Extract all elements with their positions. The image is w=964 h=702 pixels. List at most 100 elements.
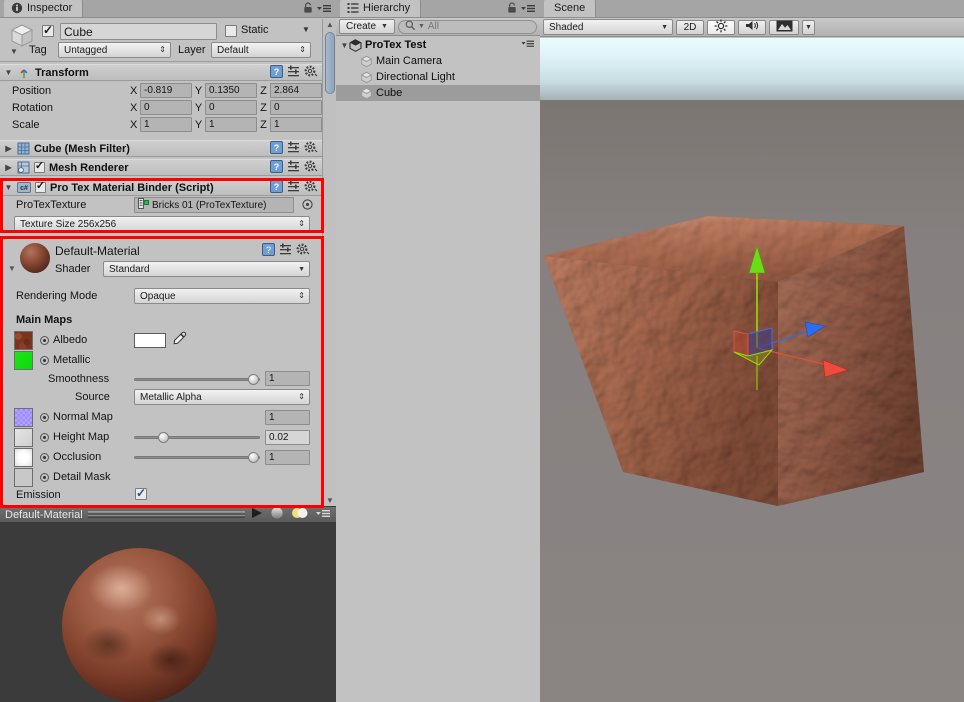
hierarchy-scene-root[interactable]: ▼ ProTex Test: [336, 37, 540, 53]
tab-inspector[interactable]: Inspector: [4, 0, 84, 17]
material-foldout-arrow[interactable]: ▼: [8, 264, 16, 273]
hierarchy-item-directional-light[interactable]: Directional Light: [336, 69, 540, 85]
slider-knob[interactable]: [158, 431, 169, 443]
draw-mode-dropdown[interactable]: Shaded ▼: [543, 19, 673, 35]
preview-lighting-icon[interactable]: [290, 506, 310, 523]
prefab-foldout-arrow[interactable]: ▼: [10, 47, 18, 56]
foldout-arrow-protex[interactable]: ▼: [4, 183, 13, 192]
occlusion-value-input[interactable]: 1: [265, 449, 310, 465]
scroll-up-arrow-icon[interactable]: ▲: [325, 20, 335, 29]
component-header-mesh-renderer[interactable]: ▶ ✓ Mesh Renderer ?: [0, 159, 322, 176]
preview-resize-grip[interactable]: [87, 511, 245, 518]
mesh-renderer-enabled-checkbox[interactable]: ✓: [34, 161, 45, 173]
albedo-toggle-radio[interactable]: [40, 335, 49, 345]
help-icon[interactable]: ?: [270, 159, 283, 176]
position-z-input[interactable]: 2.864: [270, 83, 322, 98]
smoothness-slider[interactable]: [134, 372, 260, 386]
foldout-arrow-mesh-filter[interactable]: ▶: [4, 144, 13, 153]
foldout-arrow-mesh-renderer[interactable]: ▶: [4, 163, 13, 172]
rotation-z-input[interactable]: 0: [270, 100, 322, 115]
tab-scene[interactable]: Scene: [544, 0, 597, 17]
emission-checkbox[interactable]: ✓: [135, 487, 147, 500]
preset-icon[interactable]: [279, 243, 292, 259]
slider-knob[interactable]: [248, 373, 259, 385]
height-map-toggle-radio[interactable]: [40, 432, 49, 442]
static-checkbox[interactable]: [225, 25, 237, 37]
source-dropdown[interactable]: Metallic Alpha ⇕: [134, 389, 310, 405]
component-header-transform[interactable]: ▼ Transform ?: [0, 64, 322, 81]
albedo-texture-swatch[interactable]: [14, 330, 33, 350]
scene-cube-object[interactable]: [540, 38, 964, 702]
layer-dropdown[interactable]: Default ⇕: [211, 42, 311, 58]
normal-map-texture-swatch[interactable]: [14, 407, 33, 427]
gear-icon[interactable]: [304, 160, 318, 176]
slider-knob[interactable]: [248, 451, 259, 463]
foldout-arrow-scene[interactable]: ▼: [340, 41, 349, 50]
preview-sphere-icon[interactable]: [269, 506, 285, 523]
normal-map-toggle-radio[interactable]: [40, 412, 49, 422]
tab-hierarchy[interactable]: Hierarchy: [340, 0, 422, 17]
image-effects-dropdown-button[interactable]: ▼: [802, 19, 815, 35]
help-icon[interactable]: ?: [270, 140, 283, 157]
preview-menu-icon[interactable]: [315, 508, 331, 522]
hierarchy-menu-icon[interactable]: [520, 3, 536, 17]
rotation-y-input[interactable]: 0: [205, 100, 257, 115]
toggle-image-effects-button[interactable]: [769, 19, 799, 35]
height-map-texture-swatch[interactable]: [14, 427, 33, 447]
inspector-menu-icon[interactable]: [316, 3, 332, 17]
material-preview-viewport[interactable]: [0, 523, 336, 702]
toggle-lighting-button[interactable]: [707, 19, 735, 35]
hierarchy-item-cube[interactable]: Cube: [336, 85, 540, 101]
preset-icon[interactable]: [287, 141, 300, 157]
scale-z-input[interactable]: 1: [270, 117, 322, 132]
preset-icon[interactable]: [287, 180, 300, 196]
rotation-x-input[interactable]: 0: [140, 100, 192, 115]
gear-icon[interactable]: [296, 243, 310, 259]
gameobject-name-input[interactable]: Cube: [60, 23, 217, 40]
help-icon[interactable]: ?: [262, 243, 275, 259]
static-dropdown-arrow[interactable]: ▼: [302, 25, 310, 34]
search-filter-chevron-icon[interactable]: ▼: [418, 23, 425, 30]
component-header-protex-material-binder[interactable]: ▼ c# ✓ Pro Tex Material Binder (Script) …: [0, 179, 322, 196]
scene-viewport[interactable]: [540, 38, 964, 702]
lock-icon[interactable]: [507, 2, 517, 17]
rendering-mode-dropdown[interactable]: Opaque ⇕: [134, 288, 310, 304]
foldout-arrow-transform[interactable]: ▼: [4, 68, 13, 77]
create-button[interactable]: Create ▼: [339, 19, 395, 34]
lock-icon[interactable]: [303, 2, 313, 17]
help-icon[interactable]: ?: [270, 64, 283, 81]
help-icon[interactable]: ?: [270, 179, 283, 196]
scroll-down-arrow-icon[interactable]: ▼: [325, 496, 335, 505]
preset-icon[interactable]: [287, 65, 300, 81]
scene-context-menu-icon[interactable]: [521, 39, 535, 52]
gameobject-enabled-checkbox[interactable]: ✓: [42, 24, 54, 37]
hierarchy-item-main-camera[interactable]: Main Camera: [336, 53, 540, 69]
eyedropper-icon[interactable]: [172, 331, 187, 349]
play-icon[interactable]: [250, 507, 264, 522]
hierarchy-search-input[interactable]: ▼ All: [397, 19, 537, 34]
object-picker-icon[interactable]: [302, 199, 313, 213]
protex-texture-object-field[interactable]: Bricks 01 (ProTexTexture): [134, 197, 294, 213]
protex-enabled-checkbox[interactable]: ✓: [35, 181, 46, 193]
toggle-2d-button[interactable]: 2D: [676, 19, 704, 35]
scale-x-input[interactable]: 1: [140, 117, 192, 132]
normal-map-value-input[interactable]: 1: [265, 409, 310, 425]
inspector-scrollbar-thumb[interactable]: [325, 32, 335, 94]
metallic-toggle-radio[interactable]: [40, 355, 49, 365]
tag-dropdown[interactable]: Untagged ⇕: [58, 42, 171, 58]
height-map-value-input[interactable]: 0.02: [265, 429, 310, 445]
smoothness-value-input[interactable]: 1: [265, 371, 310, 386]
gear-icon[interactable]: [304, 65, 318, 81]
occlusion-texture-swatch[interactable]: [14, 447, 33, 467]
detail-mask-toggle-radio[interactable]: [40, 472, 49, 482]
occlusion-toggle-radio[interactable]: [40, 452, 49, 462]
albedo-color-field[interactable]: [134, 332, 166, 348]
height-map-slider[interactable]: [134, 430, 260, 444]
inspector-scrollbar[interactable]: ▲ ▼: [322, 19, 336, 506]
position-x-input[interactable]: -0.819: [140, 83, 192, 98]
toggle-audio-button[interactable]: [738, 19, 766, 35]
preset-icon[interactable]: [287, 160, 300, 176]
shader-dropdown[interactable]: Standard ▼: [103, 261, 310, 277]
gear-icon[interactable]: [304, 141, 318, 157]
metallic-texture-swatch[interactable]: [14, 350, 33, 370]
